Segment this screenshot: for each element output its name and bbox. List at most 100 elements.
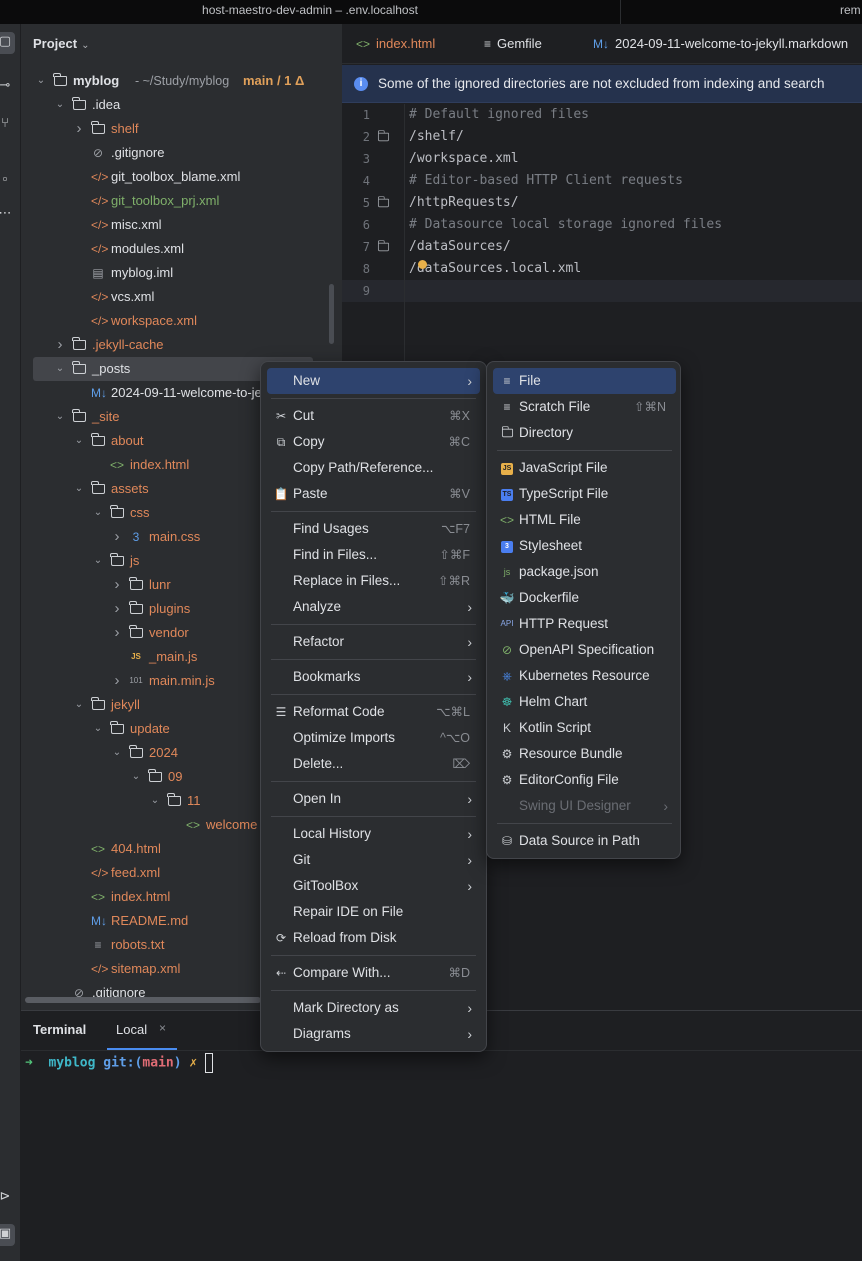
menu-item[interactable]: Find in Files... ⇧⌘F	[267, 542, 480, 568]
editor-tab[interactable]: <> index.html	[356, 36, 435, 51]
tree-row[interactable]: ▤ myblog.iml	[21, 261, 341, 285]
tree-horizontal-scrollbar[interactable]	[25, 997, 261, 1003]
menu-item[interactable]: Optimize Imports ^⌥O	[267, 725, 480, 751]
chevron-right-icon[interactable]: ›	[111, 669, 123, 693]
chevron-down-icon[interactable]: ⌄	[73, 477, 85, 501]
chevron-down-icon[interactable]: ⌄	[73, 429, 85, 453]
menu-item[interactable]: 📋 Paste ⌘V	[267, 481, 480, 507]
menu-item[interactable]: Mark Directory as ›	[267, 995, 480, 1021]
menu-item[interactable]: Diagrams ›	[267, 1021, 480, 1047]
menu-item[interactable]: Copy Path/Reference...	[267, 455, 480, 481]
tree-row[interactable]: </> vcs.xml	[21, 285, 341, 309]
chevron-down-icon[interactable]: ⌄	[54, 405, 66, 429]
chevron-right-icon[interactable]: ›	[111, 525, 123, 549]
chevron-down-icon[interactable]: ⌄	[35, 69, 47, 93]
menu-item[interactable]: js package.json	[493, 559, 676, 585]
menu-item[interactable]: Repair IDE on File	[267, 899, 480, 925]
tree-row[interactable]: </> misc.xml	[21, 213, 341, 237]
menu-item[interactable]: Analyze ›	[267, 594, 480, 620]
chevron-right-icon[interactable]: ›	[111, 573, 123, 597]
menu-item[interactable]: ⟳ Reload from Disk	[267, 925, 480, 951]
code-line[interactable]: # Default ignored files	[409, 104, 589, 126]
code-line[interactable]: /dataSources.local.xml	[409, 258, 581, 280]
chevron-right-icon[interactable]: ›	[54, 333, 66, 357]
menu-item[interactable]: Replace in Files... ⇧⌘R	[267, 568, 480, 594]
menu-item[interactable]: K Kotlin Script	[493, 715, 676, 741]
terminal-prompt[interactable]: ➜ myblog git:(main) ✗	[25, 1053, 214, 1073]
menu-item[interactable]: ⎈ Kubernetes Resource	[493, 663, 676, 689]
menu-item[interactable]: API HTTP Request	[493, 611, 676, 637]
menu-item[interactable]: ☸ Helm Chart	[493, 689, 676, 715]
menu-item[interactable]: ✂ Cut ⌘X	[267, 403, 480, 429]
close-icon[interactable]: ×	[159, 1021, 166, 1035]
code-line[interactable]: /shelf/	[409, 126, 464, 148]
menu-item[interactable]: GitToolBox ›	[267, 873, 480, 899]
menu-item[interactable]: ≡ File	[493, 368, 676, 394]
menu-item[interactable]: ☰ Reformat Code ⌥⌘L	[267, 699, 480, 725]
tree-row[interactable]: ⊘ .gitignore	[21, 141, 341, 165]
chevron-right-icon[interactable]: ›	[111, 597, 123, 621]
menu-item[interactable]: Find Usages ⌥F7	[267, 516, 480, 542]
code-line[interactable]: /workspace.xml	[409, 148, 519, 170]
project-panel-header[interactable]: Project ⌄	[33, 36, 89, 51]
menu-item[interactable]: Git ›	[267, 847, 480, 873]
tree-row[interactable]: › shelf	[21, 117, 341, 141]
terminal-tab-local[interactable]: Local	[116, 1022, 147, 1037]
chevron-down-icon[interactable]: ⌄	[149, 789, 161, 813]
services-tool-icon[interactable]: ⊳	[0, 1187, 14, 1205]
code-line[interactable]: # Datasource local storage ignored files	[409, 214, 722, 236]
menu-item[interactable]: ⛁ Data Source in Path	[493, 828, 676, 854]
tree-item-label: myblog	[73, 73, 120, 88]
menu-item[interactable]: ⚙ EditorConfig File	[493, 767, 676, 793]
tree-row[interactable]: </> modules.xml	[21, 237, 341, 261]
commit-tool-icon[interactable]: ⊸	[0, 76, 14, 94]
more-tools-icon[interactable]: ⋯	[0, 204, 14, 222]
structure-tool-icon[interactable]: ▫	[0, 170, 14, 188]
menu-item[interactable]: ≡ Scratch File ⇧⌘N	[493, 394, 676, 420]
menu-item[interactable]: <> HTML File	[493, 507, 676, 533]
chevron-right-icon[interactable]: ›	[111, 621, 123, 645]
code-line[interactable]: /httpRequests/	[409, 192, 519, 214]
editor-tab[interactable]: M↓ 2024-09-11-welcome-to-jekyll.markdown	[593, 36, 848, 51]
menu-item[interactable]: ⊘ OpenAPI Specification	[493, 637, 676, 663]
code-line[interactable]: # Editor-based HTTP Client requests	[409, 170, 683, 192]
menu-item[interactable]: ⇠ Compare With... ⌘D	[267, 960, 480, 986]
menu-item[interactable]: Delete... ⌦	[267, 751, 480, 777]
chevron-down-icon[interactable]: ⌄	[111, 741, 123, 765]
tree-row[interactable]: › .jekyll-cache	[21, 333, 341, 357]
project-tool-icon[interactable]: ▢	[0, 32, 15, 54]
terminal-tool-icon[interactable]: ▣	[0, 1224, 15, 1246]
chevron-down-icon[interactable]: ⌄	[92, 549, 104, 573]
tree-row[interactable]: </> git_toolbox_prj.xml	[21, 189, 341, 213]
chevron-down-icon[interactable]: ⌄	[92, 501, 104, 525]
menu-item[interactable]: Bookmarks ›	[267, 664, 480, 690]
chevron-down-icon[interactable]: ⌄	[54, 93, 66, 117]
menu-item[interactable]: Open In ›	[267, 786, 480, 812]
chevron-down-icon[interactable]: ⌄	[92, 717, 104, 741]
menu-item[interactable]: JS JavaScript File	[493, 455, 676, 481]
menu-item-shortcut: ⌥F7	[441, 522, 470, 536]
menu-item[interactable]: TS TypeScript File	[493, 481, 676, 507]
tree-row[interactable]: ⌄ .idea	[21, 93, 341, 117]
tree-item-label: about	[111, 433, 144, 448]
tree-row[interactable]: </> git_toolbox_blame.xml	[21, 165, 341, 189]
menu-item[interactable]: Local History ›	[267, 821, 480, 847]
menu-item[interactable]: ⚙ Resource Bundle	[493, 741, 676, 767]
menu-item[interactable]: New ›	[267, 368, 480, 394]
menu-item[interactable]: Refactor ›	[267, 629, 480, 655]
menu-item[interactable]: Directory	[493, 420, 676, 446]
tree-row[interactable]: ⌄ myblog - ~/Study/myblog main / 1 Δ	[21, 69, 341, 93]
menu-item[interactable]: ⧉ Copy ⌘C	[267, 429, 480, 455]
intention-bulb-icon[interactable]	[418, 260, 427, 269]
menu-item[interactable]: 3 Stylesheet	[493, 533, 676, 559]
chevron-down-icon[interactable]: ⌄	[73, 693, 85, 717]
menu-item[interactable]: 🐳 Dockerfile	[493, 585, 676, 611]
chevron-right-icon[interactable]: ›	[73, 117, 85, 141]
tree-row[interactable]: </> workspace.xml	[21, 309, 341, 333]
git-branch-icon[interactable]: ⑂	[0, 114, 14, 132]
code-line[interactable]: /dataSources/	[409, 236, 511, 258]
tree-vertical-scrollbar[interactable]	[329, 284, 334, 344]
chevron-down-icon[interactable]: ⌄	[54, 357, 66, 381]
editor-tab[interactable]: ≡ Gemfile	[484, 36, 542, 51]
chevron-down-icon[interactable]: ⌄	[130, 765, 142, 789]
